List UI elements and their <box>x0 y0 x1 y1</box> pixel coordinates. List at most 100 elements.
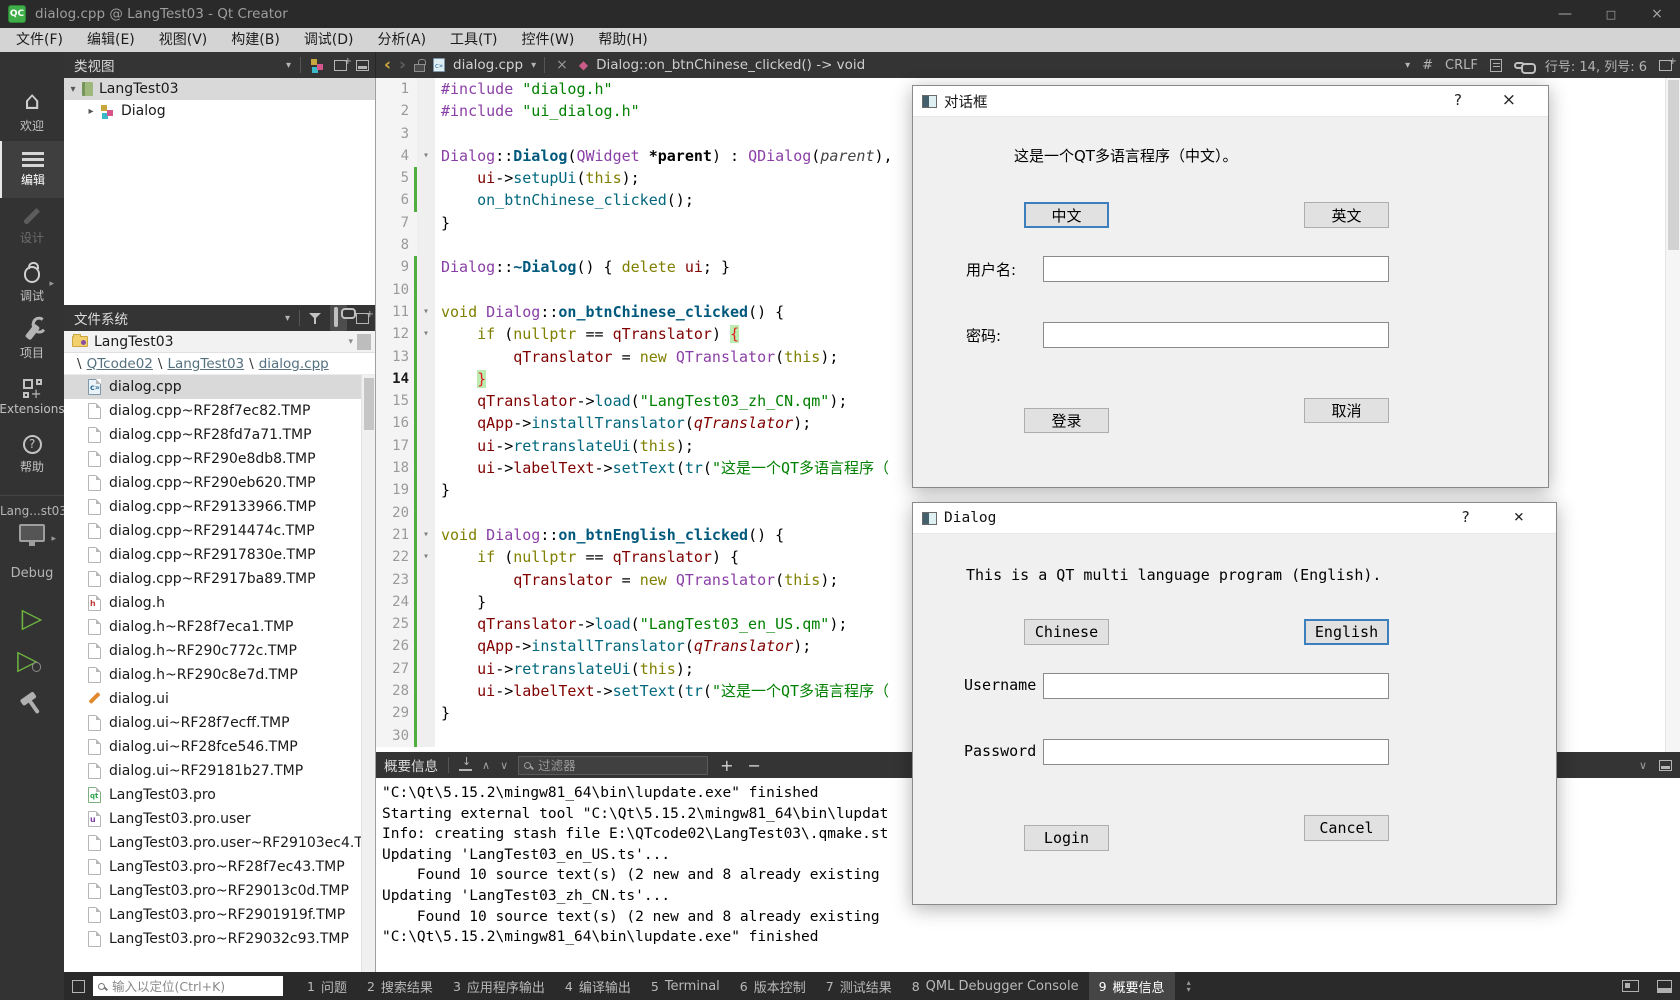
gutter[interactable]: 8 <box>376 234 435 256</box>
file-item[interactable]: dialog.ui~RF28f7ecff.TMP <box>64 711 375 735</box>
sidebar-item-debug[interactable]: ▸调试 <box>0 255 64 312</box>
file-system-root-row[interactable]: LangTest03 ▾ <box>64 331 375 353</box>
file-item[interactable]: dialog.h~RF290c772c.TMP <box>64 639 375 663</box>
back-icon[interactable]: ‹ <box>384 55 391 75</box>
line-number[interactable]: 20 <box>376 502 414 524</box>
editor-scrollbar[interactable] <box>1665 78 1680 752</box>
gutter[interactable]: 4▾ <box>376 145 435 167</box>
line-number[interactable]: 26 <box>376 635 414 657</box>
file-item[interactable]: dialog.cpp <box>64 375 375 399</box>
sidebar-item-projects[interactable]: 项目 <box>0 312 64 369</box>
file-item[interactable]: LangTest03.pro~RF29032c93.TMP <box>64 927 375 951</box>
fold-marker-icon[interactable]: ▾ <box>417 524 435 546</box>
output-tab-8[interactable]: 8QML Debugger Console <box>902 972 1089 1000</box>
filter-input[interactable] <box>536 757 702 774</box>
line-number[interactable]: 14 <box>376 368 414 390</box>
output-tab-6[interactable]: 6版本控制 <box>730 972 816 1000</box>
line-ending-select[interactable]: CRLF <box>1445 58 1478 73</box>
locator-input[interactable] <box>110 978 278 995</box>
menu-帮助(H)[interactable]: 帮助(H) <box>586 28 659 52</box>
pane-dropdown-icon[interactable]: ▾ <box>286 60 291 71</box>
output-tab-4[interactable]: 4编译输出 <box>555 972 641 1000</box>
menu-构建(B)[interactable]: 构建(B) <box>219 28 292 52</box>
file-item[interactable]: dialog.cpp~RF28fd7a71.TMP <box>64 423 375 447</box>
line-number[interactable]: 22 <box>376 546 414 568</box>
password-input[interactable] <box>1043 739 1389 765</box>
file-item[interactable]: LangTest03.pro <box>64 783 375 807</box>
file-item[interactable]: dialog.ui~RF28fce546.TMP <box>64 735 375 759</box>
gutter[interactable]: 26 <box>376 635 435 657</box>
kit-selector[interactable]: ▸ <box>0 524 64 558</box>
line-number[interactable]: 10 <box>376 279 414 301</box>
breadcrumb-link-LangTest03[interactable]: LangTest03 <box>167 356 244 372</box>
output-tab-7[interactable]: 7测试结果 <box>816 972 902 1000</box>
progress-icon[interactable] <box>1622 980 1639 992</box>
zoom-in-icon[interactable]: + <box>718 756 735 775</box>
line-number[interactable]: 6 <box>376 189 414 211</box>
fold-marker-icon[interactable]: ▾ <box>417 145 435 167</box>
menu-视图(V)[interactable]: 视图(V) <box>147 28 220 52</box>
close-button[interactable]: × <box>1508 507 1530 527</box>
symbol-dropdown-icon[interactable]: ▾ <box>1405 60 1410 71</box>
close-document-icon[interactable]: × <box>553 57 571 73</box>
gutter[interactable]: 9 <box>376 256 435 278</box>
chevron-down-icon[interactable]: ∨ <box>500 759 508 772</box>
line-number[interactable]: 16 <box>376 412 414 434</box>
file-item[interactable]: dialog.cpp~RF2914474c.TMP <box>64 519 375 543</box>
close-button[interactable]: × <box>1496 90 1522 110</box>
class-view-title[interactable]: 类视图 <box>74 55 115 75</box>
sidebar-item-welcome[interactable]: 欢迎 <box>0 84 64 141</box>
help-button[interactable]: ? <box>1455 508 1476 526</box>
line-number[interactable]: 25 <box>376 613 414 635</box>
gutter[interactable]: 28 <box>376 680 435 702</box>
close-pane-icon[interactable] <box>356 60 369 71</box>
file-item[interactable]: LangTest03.pro~RF29013c0d.TMP <box>64 879 375 903</box>
output-filter[interactable] <box>518 756 708 775</box>
filter-icon[interactable] <box>309 312 321 324</box>
password-input[interactable] <box>1043 322 1389 348</box>
output-tab-9[interactable]: 9概要信息 <box>1089 972 1175 1000</box>
gutter[interactable]: 3 <box>376 123 435 145</box>
line-number[interactable]: 7 <box>376 212 414 234</box>
english-language-button[interactable]: 英文 <box>1304 202 1389 228</box>
line-number[interactable]: 1 <box>376 78 414 100</box>
line-number[interactable]: 15 <box>376 390 414 412</box>
gutter[interactable]: 1 <box>376 78 435 100</box>
line-number[interactable]: 12 <box>376 323 414 345</box>
fold-marker-icon[interactable]: ▾ <box>417 301 435 323</box>
classview-item-Dialog[interactable]: ▸Dialog <box>64 100 375 122</box>
username-input[interactable] <box>1043 256 1389 282</box>
file-item[interactable]: dialog.cpp~RF2917ba89.TMP <box>64 567 375 591</box>
unlock-icon[interactable] <box>414 64 425 72</box>
file-item[interactable]: dialog.h~RF290c8e7d.TMP <box>64 663 375 687</box>
file-properties-icon[interactable] <box>1490 59 1502 72</box>
collapse-pane-icon[interactable]: ∨ <box>1639 759 1647 772</box>
line-number[interactable]: 8 <box>376 234 414 256</box>
gutter[interactable]: 22▾ <box>376 546 435 568</box>
breadcrumb-link-dialog.cpp[interactable]: dialog.cpp <box>259 356 329 372</box>
menu-控件(W)[interactable]: 控件(W) <box>510 28 587 52</box>
sidebar-item-help[interactable]: 帮助 <box>0 426 64 483</box>
chevron-down-icon[interactable]: ▾ <box>64 84 82 95</box>
chinese-language-button[interactable]: Chinese <box>1024 619 1109 645</box>
gutter[interactable]: 21▾ <box>376 524 435 546</box>
menu-分析(A)[interactable]: 分析(A) <box>366 28 439 52</box>
sidebar-toggle-icon[interactable] <box>72 980 85 993</box>
sidebar-item-extensions[interactable]: Extensions <box>0 369 64 426</box>
line-number[interactable]: 5 <box>376 167 414 189</box>
open-document-name[interactable]: dialog.cpp <box>453 57 523 73</box>
sync-with-editor-icon[interactable] <box>330 305 347 331</box>
chevron-down-icon[interactable]: ▾ <box>348 337 353 347</box>
split-pane-icon[interactable] <box>334 60 347 71</box>
line-number[interactable]: 29 <box>376 702 414 724</box>
gutter[interactable]: 23 <box>376 569 435 591</box>
line-number[interactable]: 2 <box>376 100 414 122</box>
file-item[interactable]: dialog.h~RF28f7eca1.TMP <box>64 615 375 639</box>
file-item[interactable]: LangTest03.pro~RF2901919f.TMP <box>64 903 375 927</box>
file-item[interactable]: dialog.cpp~RF290e8db8.TMP <box>64 447 375 471</box>
build-button[interactable] <box>0 681 64 723</box>
maximize-button[interactable]: □ <box>1588 0 1634 28</box>
gutter[interactable]: 15 <box>376 390 435 412</box>
chinese-language-button[interactable]: 中文 <box>1024 202 1109 228</box>
file-item[interactable]: LangTest03.pro.user <box>64 807 375 831</box>
